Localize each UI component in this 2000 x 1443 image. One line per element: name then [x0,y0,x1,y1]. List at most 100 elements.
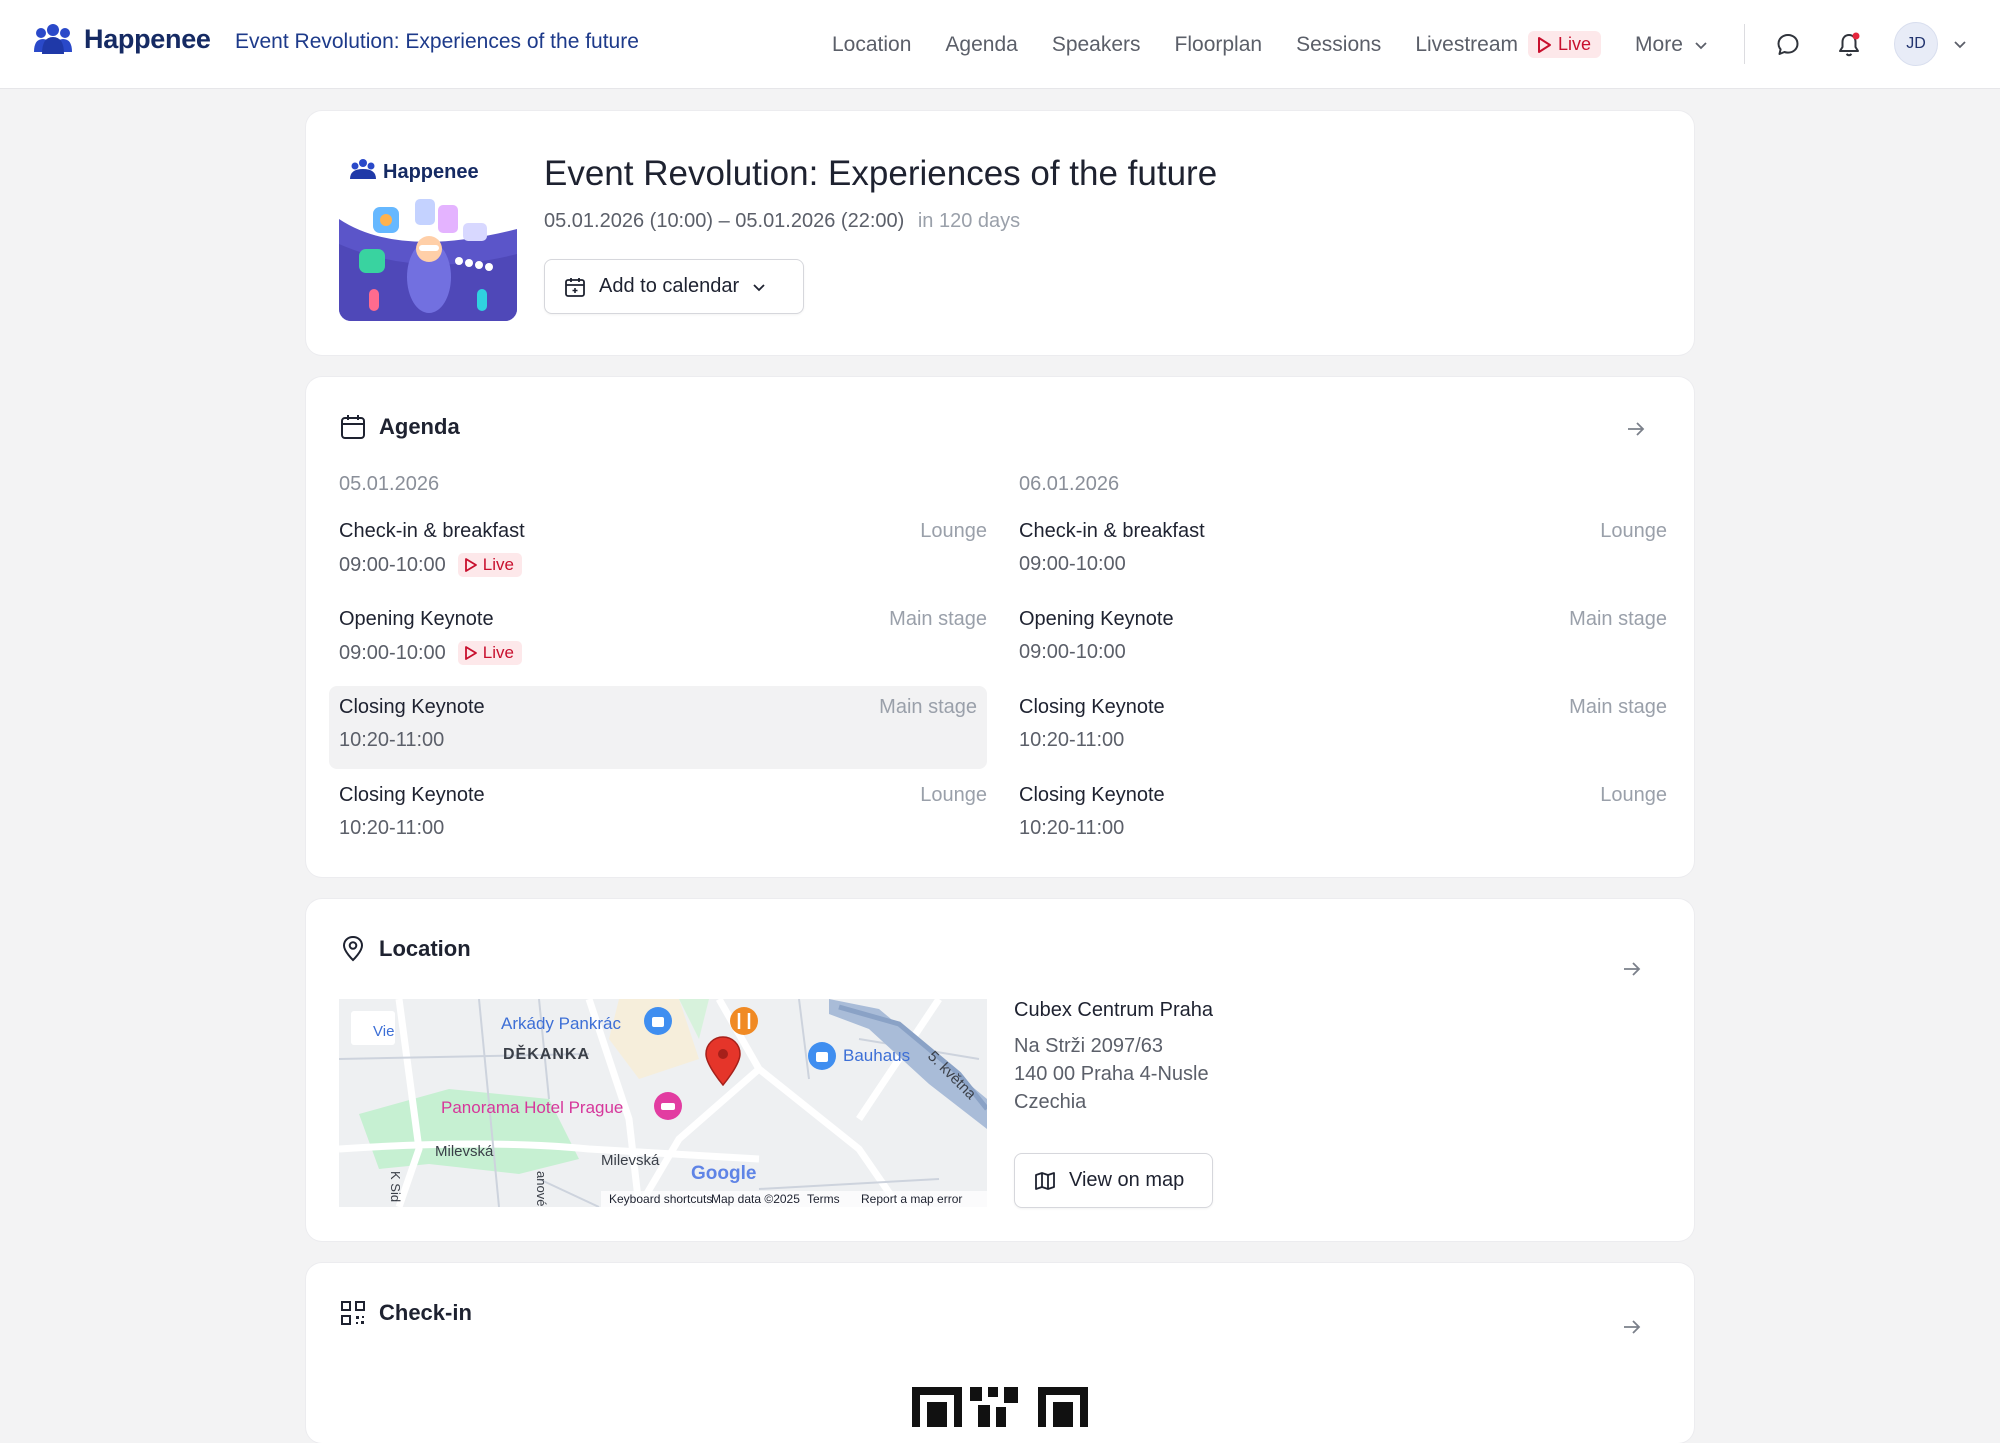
qr-code-icon [341,1301,365,1325]
checkin-arrow-right-icon[interactable] [1620,1315,1644,1339]
top-navigation-bar: Happenee Event Revolution: Experiences o… [0,0,2000,89]
agenda-item-time: 10:20-11:00 [1019,817,1125,839]
agenda-item-title: Closing Keynote [1019,784,1165,806]
chat-button[interactable] [1773,30,1803,60]
add-to-calendar-label: Add to calendar [599,275,740,297]
chat-bubble-icon [1777,34,1799,55]
account-chevron-down-icon[interactable] [1952,36,1968,52]
checkin-card: Check-in [306,1263,1694,1443]
agenda-item-time: 09:00-10:00 [1019,641,1126,663]
agenda-heading: Agenda [339,413,460,441]
play-icon [464,646,477,660]
map-keyboard-shortcuts: Keyboard shortcuts [609,1192,712,1206]
location-card: Location Arkády Pankrác DĚKANKA Bauhaus … [306,899,1694,1241]
people-logo-icon [34,24,72,54]
calendar-add-icon [565,277,585,297]
venue-name: Cubex Centrum Praha [1014,999,1213,1021]
location-arrow-right-icon[interactable] [1620,957,1644,981]
checkin-heading-text: Check-in [379,1300,472,1325]
nav-sessions[interactable]: Sessions [1296,33,1381,57]
nav-speakers[interactable]: Speakers [1052,33,1141,57]
map-label-arkady: Arkády Pankrác [501,1014,621,1033]
nav-agenda[interactable]: Agenda [945,33,1017,57]
agenda-item-time: 10:20-11:00 [1019,729,1125,751]
calendar-icon [341,415,365,439]
view-on-map-label: View on map [1069,1169,1185,1191]
nav-livestream-label: Livestream [1415,32,1519,56]
agenda-item-place: Lounge [1600,784,1667,806]
agenda-item-time: 09:00-10:00 [1019,553,1126,575]
event-title-link[interactable]: Event Revolution: Experiences of the fut… [235,30,639,54]
play-icon [1538,36,1552,53]
bell-icon [1839,32,1860,57]
agenda-day-2: 06.01.2026 Check-in & breakfast 09:00-10… [1019,473,1667,857]
nav-location[interactable]: Location [832,33,911,57]
live-badge: Live [457,641,522,665]
agenda-item-place: Main stage [879,696,977,718]
agenda-item-title: Check-in & breakfast [339,520,525,542]
event-title: Event Revolution: Experiences of the fut… [544,154,1218,193]
agenda-item[interactable]: Opening Keynote 09:00-10:00 Main stage [1019,598,1667,681]
google-logo: Google [691,1163,756,1184]
agenda-item-highlighted[interactable]: Closing Keynote 10:20-11:00 Main stage [329,686,987,769]
nav-more-label: More [1635,32,1683,56]
location-heading: Location [339,935,471,963]
venue-street: Na Strži 2097/63 [1014,1035,1163,1057]
view-on-map-button[interactable]: View on map [1014,1153,1213,1208]
agenda-item-place: Main stage [889,608,987,630]
agenda-item-time: 09:00-10:00 [339,641,446,664]
agenda-item-time: 09:00-10:00 [339,553,446,576]
event-cover-image: Happenee [339,149,517,321]
agenda-item-place: Main stage [1569,696,1667,718]
agenda-item[interactable]: Check-in & breakfast 09:00-10:00 Lounge [1019,510,1667,593]
live-badge: Live [1528,31,1602,58]
venue-address: Cubex Centrum Praha Na Strži 2097/63 140… [1014,999,1213,1116]
agenda-item-place: Lounge [920,520,987,542]
main-nav: Location Agenda Speakers Floorplan Sessi… [832,0,1743,89]
event-countdown: in 120 days [917,210,1021,232]
checkin-heading: Check-in [339,1299,472,1327]
agenda-item[interactable]: Opening Keynote 09:00-10:00 Live Main st… [339,598,987,681]
event-date-text: 05.01.2026 (10:00) – 05.01.2026 (22:00) [544,210,905,232]
map-report-link: Report a map error [861,1192,962,1206]
location-heading-text: Location [379,936,471,961]
cover-brand-text: Happenee [383,161,479,183]
brand-logo[interactable]: Happenee [32,22,211,56]
add-to-calendar-button[interactable]: Add to calendar [544,259,804,314]
agenda-item-title: Closing Keynote [339,784,485,806]
agenda-day-1: 05.01.2026 Check-in & breakfast 09:00-10… [329,473,987,857]
map-label-panorama: Panorama Hotel Prague [441,1098,623,1117]
play-icon [464,558,477,572]
agenda-item-title: Check-in & breakfast [1019,520,1205,542]
avatar[interactable]: JD [1894,22,1938,66]
live-badge: Live [457,553,522,577]
agenda-item-place: Lounge [920,784,987,806]
agenda-item[interactable]: Closing Keynote 10:20-11:00 Lounge [1019,774,1667,857]
map-pin-icon [342,935,364,962]
event-hero-card: Happenee Event Revolution: Experiences o… [306,111,1694,355]
map-label-milevska-2: Milevská [601,1152,660,1169]
venue-country: Czechia [1014,1091,1087,1113]
nav-floorplan[interactable]: Floorplan [1175,33,1263,57]
agenda-heading-text: Agenda [379,414,460,439]
map-label-bauhaus: Bauhaus [843,1046,910,1065]
map-label-dekanka: DĚKANKA [503,1044,590,1063]
map-terms-link: Terms [807,1192,840,1206]
map-label-ksid: K Sid [388,1171,403,1202]
agenda-arrow-right-icon[interactable] [1624,417,1648,441]
agenda-day-date: 06.01.2026 [1019,473,1120,495]
nav-more[interactable]: More [1635,33,1709,57]
agenda-item-time-row: 09:00-10:00 Live [339,553,987,577]
map-label-milevska-1: Milevská [435,1143,494,1160]
live-badge-label: Live [1558,34,1592,54]
agenda-item-time: 10:20-11:00 [339,817,445,839]
location-map[interactable]: Arkády Pankrác DĚKANKA Bauhaus 5. května… [339,999,987,1207]
agenda-item[interactable]: Closing Keynote 10:20-11:00 Main stage [1019,686,1667,769]
agenda-item[interactable]: Closing Keynote 10:20-11:00 Lounge [339,774,987,857]
nav-livestream[interactable]: Livestream Live [1415,31,1602,58]
nav-divider [1744,24,1745,64]
checkin-qr-code [912,1387,1088,1427]
map-data-credit: Map data ©2025 [711,1192,800,1206]
notifications-button[interactable] [1834,30,1864,60]
agenda-item[interactable]: Check-in & breakfast 09:00-10:00 Live Lo… [339,510,987,593]
